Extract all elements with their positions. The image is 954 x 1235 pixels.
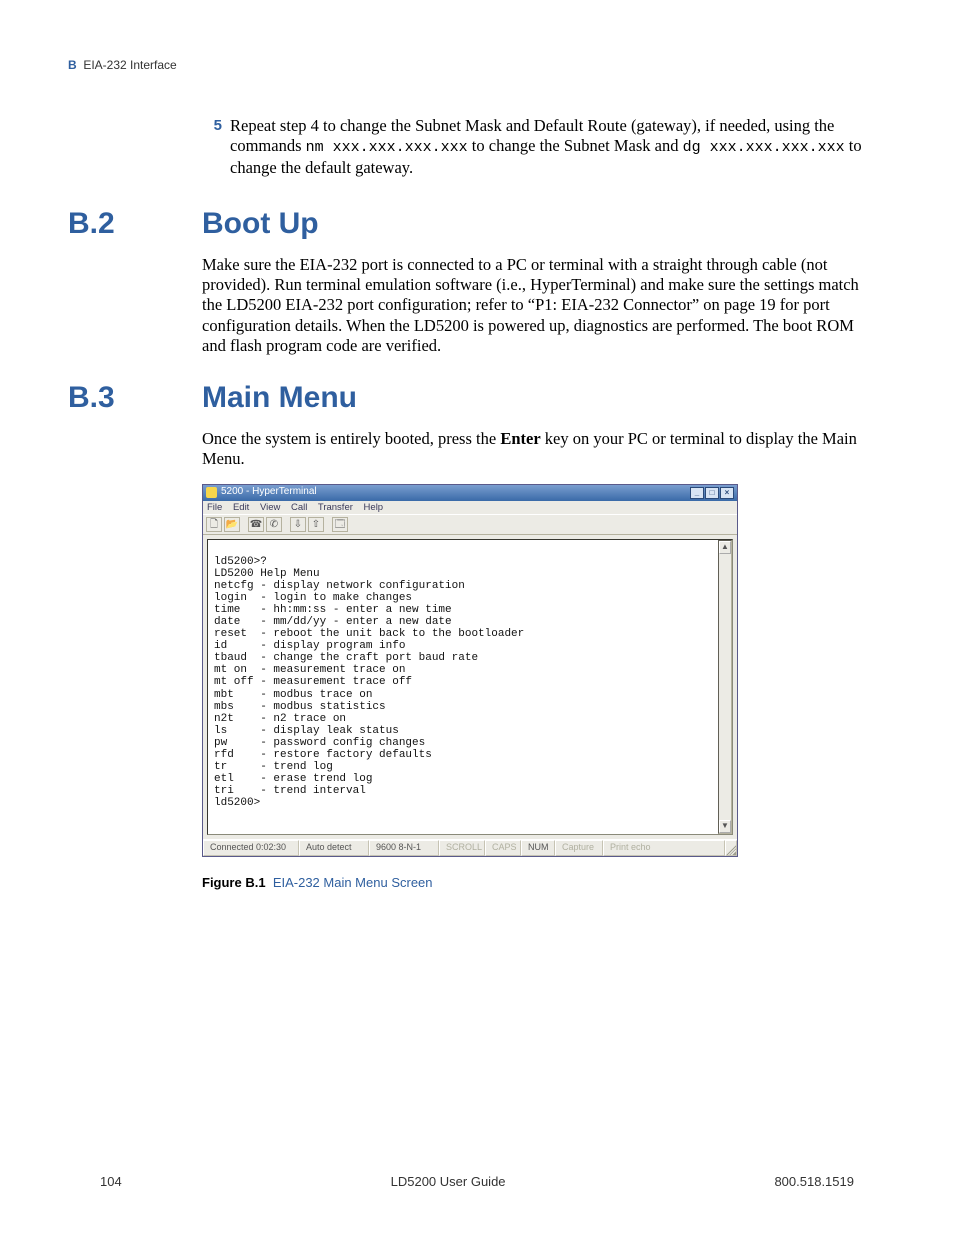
menu-help[interactable]: Help xyxy=(364,502,384,513)
enter-key: Enter xyxy=(500,429,540,448)
hyperterminal-screenshot: 5200 - HyperTerminal _ □ × File Edit Vie… xyxy=(202,484,868,857)
statusbar: Connected 0:02:30 Auto detect 9600 8-N-1… xyxy=(203,839,737,855)
section-b2-heading: B.2 Boot Up xyxy=(68,207,886,241)
toolbar: 🗋 📂 ☎ ✆ ⇩ ⇧ 🗔 xyxy=(203,514,737,535)
menu-call[interactable]: Call xyxy=(291,502,307,513)
section-b3-heading: B.3 Main Menu xyxy=(68,381,886,415)
section-b3-paragraph: Once the system is entirely booted, pres… xyxy=(202,429,868,470)
status-caps: CAPS xyxy=(485,840,521,855)
app-icon xyxy=(206,487,217,498)
step-number: 5 xyxy=(202,116,222,179)
menu-view[interactable]: View xyxy=(260,502,280,513)
status-detect: Auto detect xyxy=(299,840,369,855)
section-number: B.3 xyxy=(68,381,202,415)
new-doc-icon[interactable]: 🗋 xyxy=(206,517,222,532)
page-number: 104 xyxy=(100,1174,122,1189)
section-title: Boot Up xyxy=(202,207,319,241)
section-number: B.2 xyxy=(68,207,202,241)
window-title: 5200 - HyperTerminal xyxy=(221,486,317,498)
figure-caption: Figure B.1 EIA-232 Main Menu Screen xyxy=(202,875,868,891)
phone-number: 800.518.1519 xyxy=(774,1174,854,1189)
status-baud: 9600 8-N-1 xyxy=(369,840,439,855)
resize-grip-icon[interactable] xyxy=(725,840,737,855)
maximize-button[interactable]: □ xyxy=(705,487,719,499)
section-title: Main Menu xyxy=(202,381,357,415)
section-b2-paragraph: Make sure the EIA-232 port is connected … xyxy=(202,255,868,357)
code-nm: nm xxx.xxx.xxx.xxx xyxy=(306,139,468,156)
properties-icon[interactable]: 🗔 xyxy=(332,517,348,532)
minimize-button[interactable]: _ xyxy=(690,487,704,499)
menu-file[interactable]: File xyxy=(207,502,222,513)
step-text: Repeat step 4 to change the Subnet Mask … xyxy=(230,116,868,179)
status-connected: Connected 0:02:30 xyxy=(203,840,299,855)
scroll-down-icon[interactable]: ▼ xyxy=(719,820,731,833)
titlebar: 5200 - HyperTerminal _ □ × xyxy=(203,485,737,501)
scroll-up-icon[interactable]: ▲ xyxy=(719,541,731,554)
receive-icon[interactable]: ⇧ xyxy=(308,517,324,532)
connect-icon[interactable]: ☎ xyxy=(248,517,264,532)
appendix-title: EIA-232 Interface xyxy=(83,58,176,72)
step-5: 5 Repeat step 4 to change the Subnet Mas… xyxy=(202,116,868,179)
disconnect-icon[interactable]: ✆ xyxy=(266,517,282,532)
send-icon[interactable]: ⇩ xyxy=(290,517,306,532)
page-footer: 104 LD5200 User Guide 800.518.1519 xyxy=(100,1174,854,1189)
status-scroll: SCROLL xyxy=(439,840,485,855)
page-header: B EIA-232 Interface xyxy=(68,58,886,72)
menu-transfer[interactable]: Transfer xyxy=(318,502,353,513)
close-button[interactable]: × xyxy=(720,487,734,499)
guide-name: LD5200 User Guide xyxy=(391,1174,506,1189)
code-dg: dg xxx.xxx.xxx.xxx xyxy=(683,139,845,156)
status-num: NUM xyxy=(521,840,555,855)
open-icon[interactable]: 📂 xyxy=(224,517,240,532)
terminal-output[interactable]: ld5200>? LD5200 Help Menu netcfg - displ… xyxy=(207,539,733,835)
figure-title: EIA-232 Main Menu Screen xyxy=(273,875,433,890)
scrollbar[interactable]: ▲ ▼ xyxy=(718,540,732,834)
status-capture: Capture xyxy=(555,840,603,855)
status-print-echo: Print echo xyxy=(603,840,725,855)
figure-label: Figure B.1 xyxy=(202,875,266,890)
hyperterminal-window: 5200 - HyperTerminal _ □ × File Edit Vie… xyxy=(202,484,738,857)
menubar: File Edit View Call Transfer Help xyxy=(203,501,737,515)
appendix-letter: B xyxy=(68,58,77,72)
menu-edit[interactable]: Edit xyxy=(233,502,249,513)
